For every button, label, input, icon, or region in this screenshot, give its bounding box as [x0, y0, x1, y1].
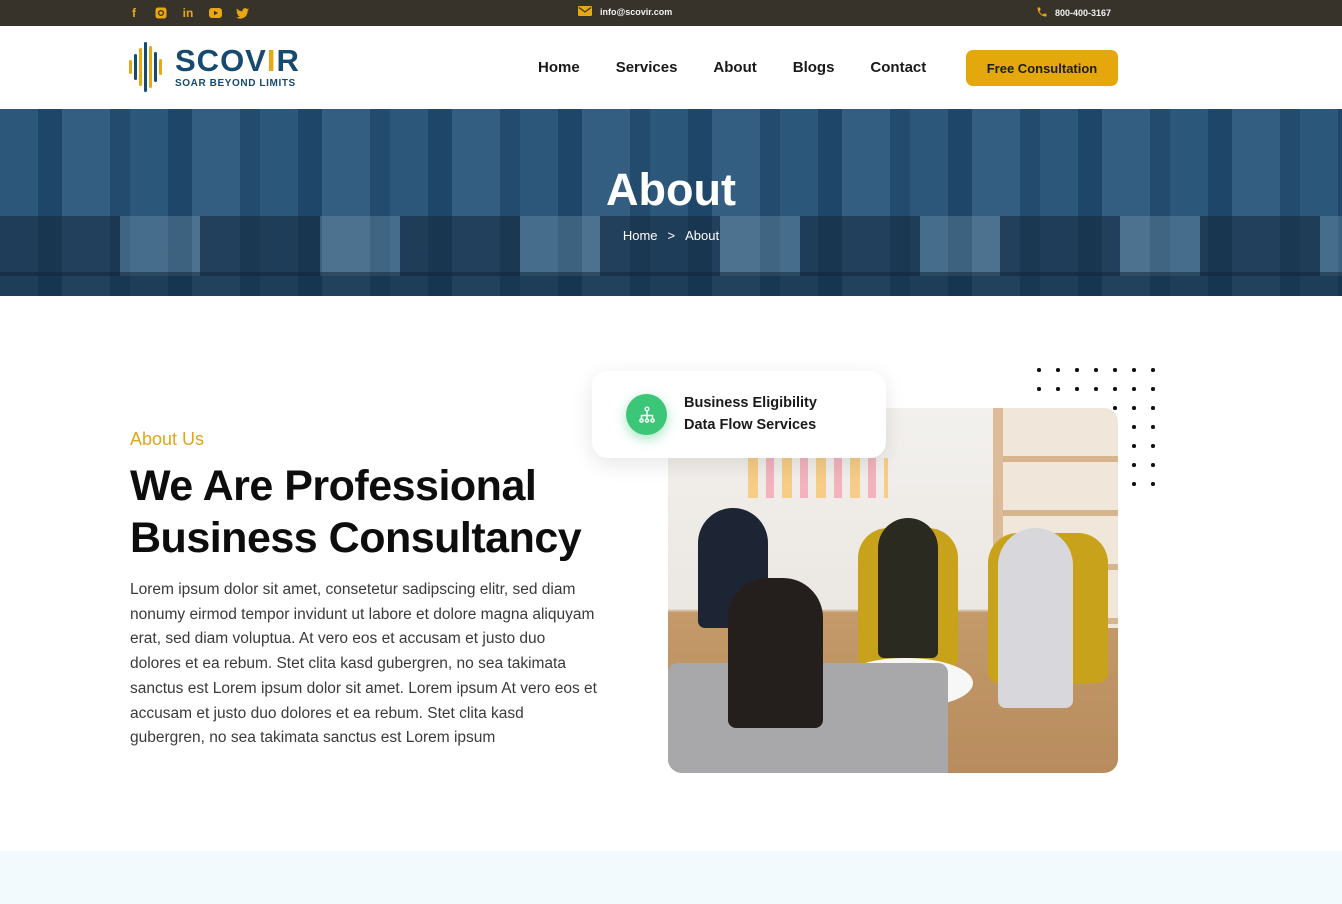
section-title-line2: Business Consultancy: [130, 514, 582, 562]
site-header: SCOVIR SOAR BEYOND LIMITS Home Services …: [0, 26, 1342, 109]
decorative-dot: [1151, 444, 1155, 448]
photo-sticky-notes: [748, 458, 888, 498]
logo-tagline: SOAR BEYOND LIMITS: [175, 77, 296, 89]
decorative-dot: [1075, 368, 1079, 372]
decorative-dot: [1094, 368, 1098, 372]
twitter-icon[interactable]: [235, 6, 249, 20]
decorative-dot: [1094, 387, 1098, 391]
decorative-dot: [1132, 482, 1136, 486]
page-hero: About Home > About: [0, 109, 1342, 296]
email-text: info@scovir.com: [600, 7, 673, 17]
decorative-dot: [1151, 425, 1155, 429]
nav-blogs[interactable]: Blogs: [793, 59, 835, 76]
youtube-icon[interactable]: [208, 6, 222, 20]
decorative-dot: [1132, 368, 1136, 372]
logo-text: SCOVIR SOAR BEYOND LIMITS: [175, 42, 300, 89]
contact-email[interactable]: info@scovir.com: [578, 6, 672, 18]
decorative-dot: [1132, 444, 1136, 448]
decorative-dot: [1056, 368, 1060, 372]
breadcrumb: Home > About: [0, 228, 1342, 243]
breadcrumb-current: About: [685, 228, 720, 243]
breadcrumb-separator-icon: >: [667, 228, 676, 243]
phone-icon: [1036, 6, 1048, 20]
team-meeting-photo: [668, 408, 1118, 773]
mail-icon: [578, 6, 592, 18]
section-title-line1: We Are Professional: [130, 462, 537, 510]
hero-background-image: [0, 216, 1342, 276]
photo-person: [998, 528, 1073, 708]
decorative-dot: [1151, 463, 1155, 467]
section-body: Lorem ipsum dolor sit amet, consetetur s…: [130, 581, 597, 747]
next-section: [0, 851, 1342, 904]
decorative-dot: [1132, 387, 1136, 391]
service-highlight-card: Business Eligibility Data Flow Services: [592, 371, 886, 458]
logo[interactable]: SCOVIR SOAR BEYOND LIMITS: [127, 42, 300, 92]
decorative-dot: [1151, 368, 1155, 372]
top-bar: f in info@scovir.com 800-400-3167: [0, 0, 1342, 26]
card-title-line1: Business Eligibility: [684, 395, 817, 411]
hierarchy-icon: [626, 394, 667, 435]
linkedin-icon[interactable]: in: [181, 6, 195, 20]
section-label: About Us: [130, 429, 205, 449]
logo-mark-icon: [129, 42, 162, 92]
decorative-dot: [1113, 387, 1117, 391]
breadcrumb-home[interactable]: Home: [623, 228, 658, 243]
decorative-dot: [1151, 406, 1155, 410]
decorative-dot: [1037, 368, 1041, 372]
decorative-dot: [1151, 482, 1155, 486]
decorative-dot: [1132, 425, 1136, 429]
main-nav: Home Services About Blogs Contact: [538, 59, 926, 76]
contact-phone[interactable]: 800-400-3167: [1036, 6, 1111, 20]
decorative-dot: [1037, 387, 1041, 391]
decorative-dot: [1056, 387, 1060, 391]
decorative-dot: [1151, 387, 1155, 391]
page-title: About: [606, 164, 736, 215]
decorative-dot: [1113, 368, 1117, 372]
card-title-line2: Data Flow Services: [684, 417, 817, 433]
photo-person: [728, 578, 823, 728]
nav-contact[interactable]: Contact: [870, 59, 926, 76]
decorative-dot: [1132, 406, 1136, 410]
section-title: We Are Professional Business Consultancy: [130, 460, 610, 564]
free-consultation-button[interactable]: Free Consultation: [966, 50, 1118, 86]
nav-services[interactable]: Services: [616, 59, 678, 76]
instagram-icon[interactable]: [154, 6, 168, 20]
photo-person: [878, 518, 938, 658]
nav-home[interactable]: Home: [538, 59, 580, 76]
nav-about[interactable]: About: [713, 59, 756, 76]
facebook-icon[interactable]: f: [127, 6, 141, 20]
decorative-dot: [1075, 387, 1079, 391]
phone-text: 800-400-3167: [1055, 8, 1112, 18]
hero-background-floor: [0, 272, 1342, 296]
decorative-dot: [1132, 463, 1136, 467]
logo-name: SCOVIR: [175, 42, 300, 78]
social-links: f in: [127, 6, 249, 20]
